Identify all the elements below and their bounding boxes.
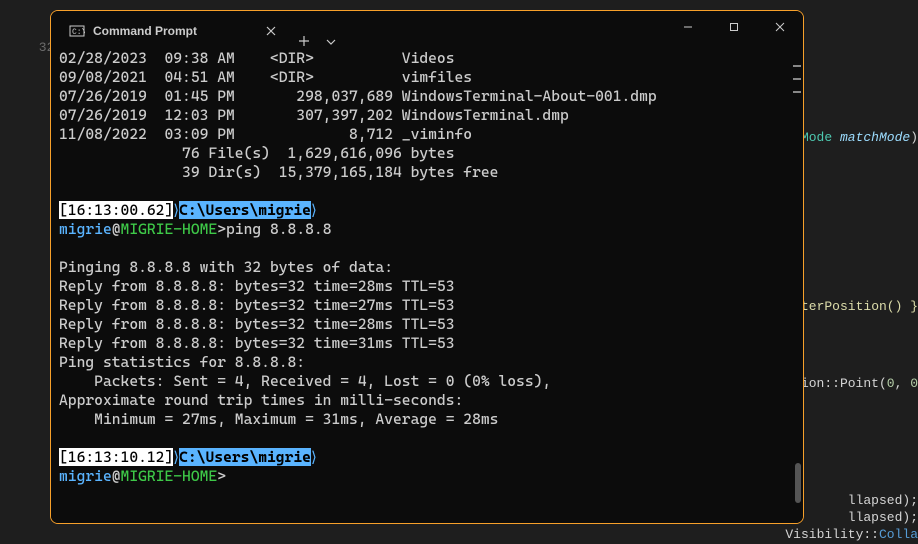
bg-fragment: Visibility::Colla [785, 525, 918, 544]
command-text: ping 8.8.8.8 [226, 220, 331, 238]
titlebar-drag-region[interactable] [343, 11, 665, 47]
cwd: C:\Users\migrie [179, 201, 311, 219]
output-line: 11/08/2022 03:09 PM 8,712 _viminfo [59, 125, 795, 144]
prompt-line: [16:13:00.62]⟩C:\Users\migrie⟩ [59, 201, 795, 220]
maximize-button[interactable] [711, 11, 757, 43]
output-line: Minimum = 27ms, Maximum = 31ms, Average … [59, 410, 795, 429]
output-line: Packets: Sent = 4, Received = 4, Lost = … [59, 372, 795, 391]
scroll-thumb[interactable] [795, 463, 801, 503]
output-line: Reply from 8.8.8.8: bytes=32 time=28ms T… [59, 277, 795, 296]
scroll-mark [793, 65, 801, 67]
new-tab-button[interactable] [289, 35, 319, 47]
prompt-line: [16:13:10.12]⟩C:\Users\migrie⟩ [59, 448, 795, 467]
minimize-button[interactable] [665, 11, 711, 43]
output-line: Pinging 8.8.8.8 with 32 bytes of data: [59, 258, 795, 277]
output-line: 02/28/2023 09:38 AM <DIR> Videos [59, 49, 795, 68]
output-line: 07/26/2019 12:03 PM 307,397,202 WindowsT… [59, 106, 795, 125]
scroll-mark [793, 91, 801, 93]
cwd: C:\Users\migrie [179, 448, 311, 466]
output-line: Ping statistics for 8.8.8.8: [59, 353, 795, 372]
timestamp: [16:13:10.12] [59, 448, 173, 466]
output-line: Reply from 8.8.8.8: bytes=32 time=27ms T… [59, 296, 795, 315]
scroll-mark [793, 78, 801, 80]
close-button[interactable] [757, 11, 803, 43]
bg-fragment: interPosition() } [785, 297, 918, 316]
output-line: 39 Dir(s) 15,379,165,184 bytes free [59, 163, 795, 182]
prompt-line: migrie@MIGRIE-HOME>ping 8.8.8.8 [59, 220, 795, 239]
cmd-icon: C:\ [69, 23, 85, 39]
tabs-area: C:\ Command Prompt [51, 11, 343, 47]
output-line: 07/26/2019 01:45 PM 298,037,689 WindowsT… [59, 87, 795, 106]
tab-command-prompt[interactable]: C:\ Command Prompt [59, 15, 289, 47]
output-line: 76 File(s) 1,629,616,096 bytes [59, 144, 795, 163]
timestamp: [16:13:00.62] [59, 201, 173, 219]
svg-text:C:\: C:\ [72, 28, 85, 37]
tab-dropdown-button[interactable] [319, 37, 343, 47]
tab-title: Command Prompt [93, 24, 253, 38]
output-line: 09/08/2021 04:51 AM <DIR> vimfiles [59, 68, 795, 87]
hostname: MIGRIE-HOME [121, 467, 218, 485]
window-controls [665, 11, 803, 47]
scrollbar[interactable] [793, 47, 801, 523]
username: migrie [59, 467, 112, 485]
tab-close-button[interactable] [261, 21, 281, 41]
output-line: Reply from 8.8.8.8: bytes=32 time=31ms T… [59, 334, 795, 353]
titlebar: C:\ Command Prompt [51, 11, 803, 47]
terminal-output[interactable]: 02/28/2023 09:38 AM <DIR> Videos09/08/20… [51, 47, 803, 523]
prompt-line: migrie@MIGRIE-HOME> [59, 467, 795, 486]
username: migrie [59, 220, 112, 238]
output-line: Reply from 8.8.8.8: bytes=32 time=28ms T… [59, 315, 795, 334]
output-line: Approximate round trip times in milli-se… [59, 391, 795, 410]
hostname: MIGRIE-HOME [121, 220, 218, 238]
terminal-window: C:\ Command Prompt [50, 10, 804, 524]
